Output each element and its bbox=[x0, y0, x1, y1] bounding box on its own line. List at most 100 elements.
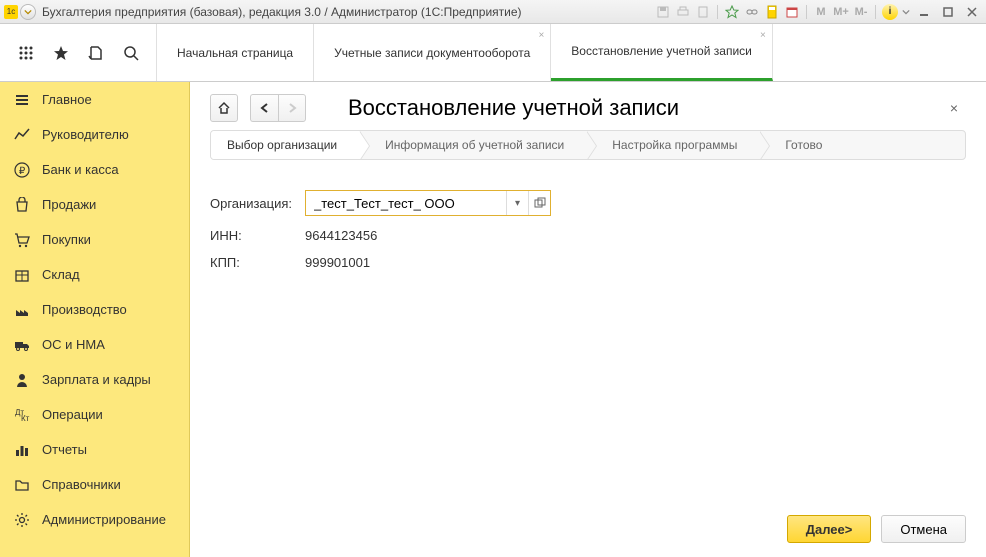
svg-text:₽: ₽ bbox=[19, 166, 26, 177]
tab-account-restore[interactable]: Восстановление учетной записи × bbox=[551, 24, 773, 81]
sidebar-item-hr[interactable]: Зарплата и кадры bbox=[0, 362, 189, 397]
sidebar-item-main[interactable]: Главное bbox=[0, 82, 189, 117]
org-label: Организация: bbox=[210, 196, 305, 211]
sidebar-item-label: Главное bbox=[42, 92, 92, 107]
org-field: ▾ bbox=[305, 190, 551, 216]
separator bbox=[806, 5, 807, 19]
next-button[interactable]: Далее> bbox=[787, 515, 872, 543]
toolbar-left bbox=[0, 24, 157, 81]
separator bbox=[717, 5, 718, 19]
step-org[interactable]: Выбор организации bbox=[211, 131, 359, 159]
close-button[interactable] bbox=[962, 4, 982, 20]
tab-home[interactable]: Начальная страница bbox=[157, 24, 314, 81]
main-header: Восстановление учетной записи × bbox=[190, 82, 986, 130]
app-logo-icon: 1c bbox=[4, 5, 18, 19]
sidebar-item-label: Операции bbox=[42, 407, 103, 422]
sidebar-item-label: Отчеты bbox=[42, 442, 87, 457]
tab-label: Восстановление учетной записи bbox=[571, 44, 752, 58]
sidebar-item-manager[interactable]: Руководителю bbox=[0, 117, 189, 152]
inn-label: ИНН: bbox=[210, 228, 305, 243]
inn-value: 9644123456 bbox=[305, 228, 377, 243]
sidebar-item-label: ОС и НМА bbox=[42, 337, 105, 352]
memory-mplus-button[interactable]: M+ bbox=[833, 4, 849, 20]
sidebar-item-production[interactable]: Производство bbox=[0, 292, 189, 327]
titlebar-dropdown-button[interactable] bbox=[20, 4, 36, 20]
footer: Далее> Отмена bbox=[787, 515, 966, 543]
home-button[interactable] bbox=[210, 94, 238, 122]
sidebar-item-label: Зарплата и кадры bbox=[42, 372, 151, 387]
document-icon[interactable] bbox=[695, 4, 711, 20]
tab-label: Начальная страница bbox=[177, 46, 293, 60]
sidebar-item-catalogs[interactable]: Справочники bbox=[0, 467, 189, 502]
memory-mminus-button[interactable]: M- bbox=[853, 4, 869, 20]
bag-icon bbox=[14, 197, 30, 213]
tabs: Начальная страница Учетные записи докуме… bbox=[157, 24, 986, 81]
sidebar-item-assets[interactable]: ОС и НМА bbox=[0, 327, 189, 362]
forward-button[interactable] bbox=[278, 94, 306, 122]
box-icon bbox=[14, 267, 30, 283]
tab-doc-accounts[interactable]: Учетные записи документооборота× bbox=[314, 24, 551, 81]
titlebar: 1c Бухгалтерия предприятия (базовая), ре… bbox=[0, 0, 986, 24]
sidebar-item-bank[interactable]: ₽ Банк и касса bbox=[0, 152, 189, 187]
tab-close-icon[interactable]: × bbox=[760, 30, 766, 41]
titlebar-tools: M M+ M- i bbox=[655, 4, 982, 20]
body: Главное Руководителю ₽ Банк и касса Прод… bbox=[0, 82, 986, 557]
step-account-info[interactable]: Информация об учетной записи bbox=[359, 131, 586, 159]
step-settings[interactable]: Настройка программы bbox=[586, 131, 759, 159]
calendar-icon[interactable] bbox=[784, 4, 800, 20]
cart-icon bbox=[14, 232, 30, 248]
menu-icon bbox=[14, 92, 30, 108]
toolbar: Начальная страница Учетные записи докуме… bbox=[0, 24, 986, 82]
history-icon[interactable] bbox=[84, 41, 108, 65]
link-icon[interactable] bbox=[744, 4, 760, 20]
app-title: Бухгалтерия предприятия (базовая), редак… bbox=[42, 5, 655, 19]
person-icon bbox=[14, 372, 30, 388]
sidebar-item-label: Руководителю bbox=[42, 127, 129, 142]
bars-icon bbox=[14, 442, 30, 458]
memory-m-button[interactable]: M bbox=[813, 4, 829, 20]
sidebar-item-purchases[interactable]: Покупки bbox=[0, 222, 189, 257]
svg-text:Кт: Кт bbox=[21, 414, 30, 423]
form: Организация: ▾ ИНН: 9644123456 КПП: 9999… bbox=[190, 190, 986, 282]
save-icon[interactable] bbox=[655, 4, 671, 20]
step-done[interactable]: Готово bbox=[759, 131, 844, 159]
maximize-button[interactable] bbox=[938, 4, 958, 20]
org-input[interactable] bbox=[306, 191, 506, 215]
info-icon[interactable]: i bbox=[882, 4, 898, 20]
sidebar-item-sales[interactable]: Продажи bbox=[0, 187, 189, 222]
sidebar-item-admin[interactable]: Администрирование bbox=[0, 502, 189, 537]
chevron-down-icon[interactable] bbox=[902, 8, 910, 16]
print-icon[interactable] bbox=[675, 4, 691, 20]
chevron-down-icon bbox=[24, 8, 32, 16]
sidebar-item-warehouse[interactable]: Склад bbox=[0, 257, 189, 292]
truck-icon bbox=[14, 337, 30, 353]
calculator-icon[interactable] bbox=[764, 4, 780, 20]
sidebar-item-operations[interactable]: ДтКт Операции bbox=[0, 397, 189, 432]
kpp-value: 999901001 bbox=[305, 255, 370, 270]
sidebar: Главное Руководителю ₽ Банк и касса Прод… bbox=[0, 82, 190, 557]
factory-icon bbox=[14, 302, 30, 318]
chart-icon bbox=[14, 127, 30, 143]
back-button[interactable] bbox=[250, 94, 278, 122]
ruble-icon: ₽ bbox=[14, 162, 30, 178]
sidebar-item-reports[interactable]: Отчеты bbox=[0, 432, 189, 467]
sidebar-item-label: Администрирование bbox=[42, 512, 166, 527]
wizard-steps: Выбор организации Информация об учетной … bbox=[210, 130, 966, 160]
org-dropdown-button[interactable]: ▾ bbox=[506, 191, 528, 215]
search-icon[interactable] bbox=[119, 41, 143, 65]
kpp-label: КПП: bbox=[210, 255, 305, 270]
apps-icon[interactable] bbox=[14, 41, 38, 65]
sidebar-item-label: Покупки bbox=[42, 232, 91, 247]
favorite-icon[interactable] bbox=[724, 4, 740, 20]
sidebar-item-label: Склад bbox=[42, 267, 80, 282]
close-page-button[interactable]: × bbox=[942, 96, 966, 120]
star-icon[interactable] bbox=[49, 41, 73, 65]
sidebar-item-label: Продажи bbox=[42, 197, 96, 212]
minimize-button[interactable] bbox=[914, 4, 934, 20]
sidebar-item-label: Справочники bbox=[42, 477, 121, 492]
sidebar-item-label: Производство bbox=[42, 302, 127, 317]
org-open-button[interactable] bbox=[528, 191, 550, 215]
cancel-button[interactable]: Отмена bbox=[881, 515, 966, 543]
tab-close-icon[interactable]: × bbox=[538, 30, 544, 41]
sidebar-item-label: Банк и касса bbox=[42, 162, 119, 177]
